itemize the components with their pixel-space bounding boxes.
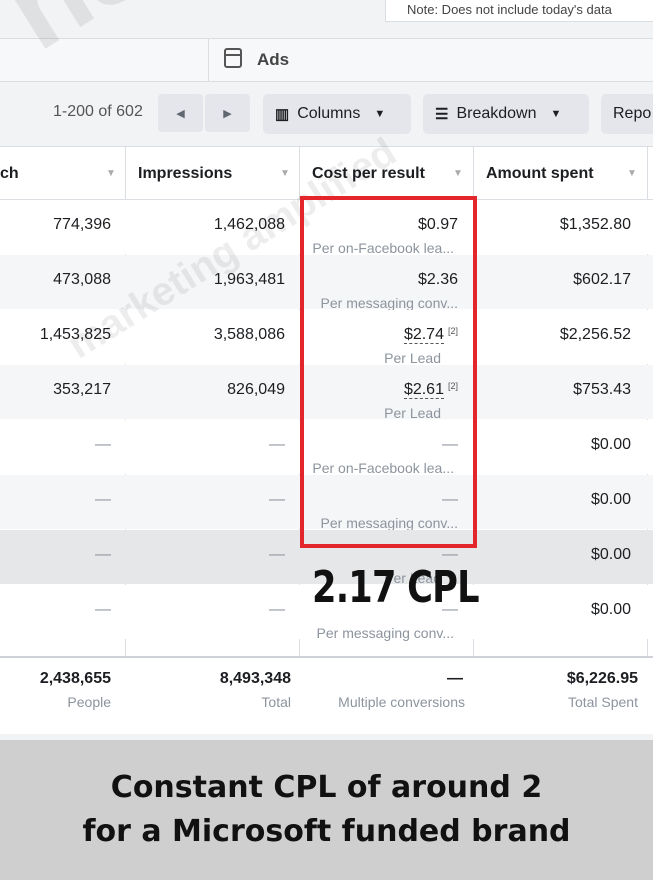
caption-line-1: Constant CPL of around 2 bbox=[110, 770, 543, 805]
total-reach: 2,438,655 bbox=[39, 670, 111, 687]
breakdown-label: Breakdown bbox=[456, 105, 537, 122]
reach-value: — bbox=[95, 601, 111, 618]
amount-spent-value: $0.00 bbox=[590, 601, 631, 618]
col-header-impressions[interactable]: Impressions bbox=[138, 147, 232, 201]
cost-result-type: Per messaging conv... bbox=[316, 625, 454, 641]
totals-row: 2,438,655 People 8,493,348 Total — Multi… bbox=[0, 656, 653, 734]
total-impressions-label: Total bbox=[261, 694, 291, 710]
pager-text: 1-200 of 602 bbox=[53, 103, 143, 120]
impressions-value: 826,049 bbox=[227, 381, 285, 398]
impressions-value: — bbox=[269, 436, 285, 453]
total-cost: — bbox=[447, 670, 463, 687]
sort-icon[interactable]: ▼ bbox=[453, 147, 463, 201]
amount-spent-value: $0.00 bbox=[590, 436, 631, 453]
columns-button[interactable]: ▥ Columns ▼ bbox=[263, 94, 411, 134]
amount-spent-value: $602.17 bbox=[573, 271, 631, 288]
cost-per-result-highlight bbox=[300, 196, 477, 548]
col-header-cost-per-result[interactable]: Cost per result bbox=[312, 147, 425, 201]
impressions-value: — bbox=[269, 546, 285, 563]
impressions-value: — bbox=[269, 601, 285, 618]
total-amount-spent-label: Total Spent bbox=[567, 694, 638, 710]
sort-icon[interactable]: ▼ bbox=[106, 147, 116, 201]
total-amount-spent: $6,226.95 bbox=[566, 670, 638, 687]
toolbar: 1-200 of 602 ◀ ▶ ▥ Columns ▼ ☰ Breakdown… bbox=[0, 82, 653, 146]
columns-icon: ▥ bbox=[275, 106, 290, 123]
chevron-right-icon: ▶ bbox=[223, 107, 232, 120]
caret-down-icon: ▼ bbox=[550, 108, 562, 120]
caption-line-2: for a Microsoft funded brand bbox=[82, 814, 571, 849]
reports-button[interactable]: Repo bbox=[601, 94, 653, 134]
breakdown-button[interactable]: ☰ Breakdown ▼ bbox=[423, 94, 589, 134]
caption-banner: Constant CPL of around 2 for a Microsoft… bbox=[0, 740, 653, 880]
next-page-button[interactable]: ▶ bbox=[205, 94, 250, 132]
impressions-value: — bbox=[269, 491, 285, 508]
impressions-value: 1,462,088 bbox=[213, 216, 285, 233]
prev-page-button[interactable]: ◀ bbox=[158, 94, 203, 132]
total-impressions: 8,493,348 bbox=[219, 670, 291, 687]
total-reach-label: People bbox=[67, 694, 111, 710]
reach-value: — bbox=[95, 436, 111, 453]
ads-tab-label[interactable]: Ads bbox=[257, 50, 289, 70]
reports-label: Repo bbox=[613, 105, 652, 122]
table-header: ch ▼ Impressions ▼ Cost per result ▼ Amo… bbox=[0, 146, 653, 200]
ads-icon bbox=[224, 48, 242, 68]
breakdown-icon: ☰ bbox=[435, 106, 449, 123]
reach-value: — bbox=[95, 546, 111, 563]
amount-spent-value: $0.00 bbox=[590, 491, 631, 508]
total-cost-label: Multiple conversions bbox=[338, 694, 465, 710]
col-header-amount-spent[interactable]: Amount spent bbox=[486, 147, 594, 201]
impressions-value: 3,588,086 bbox=[213, 326, 285, 343]
reach-value: 1,453,825 bbox=[39, 326, 111, 343]
col-header-reach[interactable]: ch bbox=[0, 147, 19, 201]
amount-spent-value: $2,256.52 bbox=[559, 326, 631, 343]
columns-label: Columns bbox=[297, 105, 361, 122]
ads-bar: Ads bbox=[0, 38, 653, 83]
reach-value: 473,088 bbox=[53, 271, 111, 288]
impressions-value: 1,963,481 bbox=[213, 271, 285, 288]
caret-down-icon: ▼ bbox=[374, 108, 386, 120]
chevron-left-icon: ◀ bbox=[176, 107, 185, 120]
amount-spent-value: $1,352.80 bbox=[559, 216, 631, 233]
reach-value: 353,217 bbox=[53, 381, 111, 398]
sort-icon[interactable]: ▼ bbox=[280, 147, 290, 201]
amount-spent-value: $0.00 bbox=[590, 546, 631, 563]
sort-icon[interactable]: ▼ bbox=[627, 147, 637, 201]
data-note: Note: Does not include today's data bbox=[385, 0, 653, 22]
top-strip bbox=[0, 22, 653, 38]
reach-value: 774,396 bbox=[53, 216, 111, 233]
cpl-overlay: 2.17 CPL bbox=[312, 562, 480, 613]
reach-value: — bbox=[95, 491, 111, 508]
divider bbox=[208, 39, 209, 83]
amount-spent-value: $753.43 bbox=[573, 381, 631, 398]
